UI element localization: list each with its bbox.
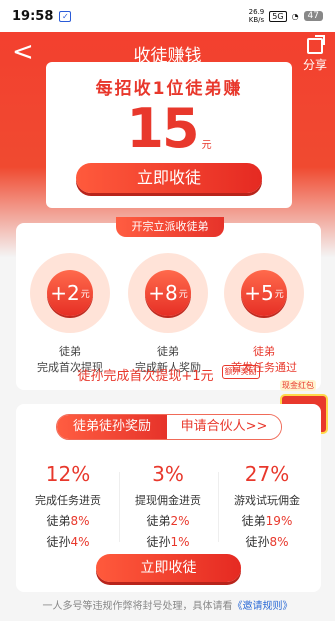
commission-column: 27% 游戏试玩佣金 徒弟19% 徒孙8% <box>219 462 315 550</box>
tasks-ribbon: 开宗立派收徒弟 <box>116 217 224 237</box>
recruit-button[interactable]: 立即收徒 <box>76 163 262 193</box>
network-speed-value: 26.9 <box>248 8 265 16</box>
task-role: 徒弟 <box>253 345 275 358</box>
tasks-card: 开宗立派收徒弟 +2 元 徒弟 完成首次提现 +8 元 徒弟 完成新人奖励 +5 元 … <box>16 217 321 390</box>
commission-line-value: 8% <box>70 514 90 528</box>
commission-line-label: 徒弟 <box>146 514 171 528</box>
task-reward-coin: +8 元 <box>145 270 191 316</box>
network-speed-unit: KB/s <box>248 16 265 24</box>
task-bubble: +2 元 <box>30 253 110 333</box>
recruit-button-bottom[interactable]: 立即收徒 <box>96 554 241 582</box>
task-value: +2 <box>50 281 80 305</box>
commission-card: 徒弟徒孙奖励 申请合伙人>> 12% 完成任务进贡 徒弟8% 徒孙4% 3% 提… <box>16 404 321 592</box>
task-item: +5 元 徒弟 首发任务通过 <box>224 253 304 375</box>
notification-icon: ✓ <box>59 10 72 22</box>
commission-line: 徒弟2% <box>120 512 216 529</box>
status-time: 19:58 <box>12 8 54 24</box>
red-packet-label: 现金红包 <box>280 380 316 391</box>
share-button[interactable]: 分享 <box>302 35 327 73</box>
bonus-text: 徒孙完成首次提现+1元 <box>77 369 214 384</box>
commission-name: 游戏试玩佣金 <box>234 494 300 507</box>
commission-line: 徒孙1% <box>120 533 216 550</box>
task-value: +5 <box>244 281 274 305</box>
commission-line: 徒孙8% <box>219 533 315 550</box>
task-unit: 元 <box>178 289 188 300</box>
task-bubble: +5 元 <box>224 253 304 333</box>
network-type-badge: 5G <box>269 10 287 22</box>
commission-line: 徒弟8% <box>20 512 116 529</box>
commission-name: 完成任务进贡 <box>35 494 101 507</box>
commission-line-value: 2% <box>170 514 190 528</box>
commission-line-value: 4% <box>70 535 90 549</box>
commission-line: 徒孙4% <box>20 533 116 550</box>
bonus-tag: 额外奖励 <box>221 365 260 379</box>
commission-line-value: 8% <box>269 535 289 549</box>
task-item: +2 元 徒弟 完成首次提现 <box>30 253 110 375</box>
status-right: 26.9 KB/s 5G ◔ 47 <box>249 8 323 24</box>
commission-line-label: 徒孙 <box>146 535 171 549</box>
back-arrow-icon[interactable]: < <box>12 38 34 66</box>
commission-name: 提现佣金进贡 <box>135 494 201 507</box>
network-speed: 26.9 KB/s <box>249 8 265 24</box>
status-bar: 19:58 ✓ 26.9 KB/s 5G ◔ 47 <box>0 0 335 32</box>
reward-amount: 15 <box>126 97 199 160</box>
commission-pct: 27% <box>244 462 290 486</box>
footnote-text: 一人多号等违规作弊将封号处理，具体请看 <box>42 601 233 612</box>
task-unit: 元 <box>274 289 284 300</box>
task-bubble: +8 元 <box>128 253 208 333</box>
reward-card: 每招收1位徒弟赚 15 元 立即收徒 <box>46 62 292 208</box>
task-item: +8 元 徒弟 完成新人奖励 <box>128 253 208 375</box>
commission-line-label: 徒弟 <box>46 514 71 528</box>
tab-apply-partner[interactable]: 申请合伙人>> <box>167 415 281 439</box>
task-unit: 元 <box>80 289 90 300</box>
commission-tabs: 徒弟徒孙奖励 申请合伙人>> <box>56 414 282 440</box>
commission-line-value: 1% <box>170 535 190 549</box>
reward-unit: 元 <box>201 140 212 151</box>
commission-line-label: 徒孙 <box>245 535 270 549</box>
share-icon <box>306 35 325 54</box>
commission-pct: 12% <box>45 462 91 486</box>
task-reward-coin: +2 元 <box>47 270 93 316</box>
tab-disciple-rewards[interactable]: 徒弟徒孙奖励 <box>57 415 167 439</box>
rules-link[interactable]: 《邀请规则》 <box>233 601 293 612</box>
commission-line-value: 19% <box>265 514 293 528</box>
rules-footnote: 一人多号等违规作弊将封号处理，具体请看《邀请规则》 <box>0 597 335 612</box>
reward-headline: 每招收1位徒弟赚 <box>95 79 243 99</box>
commission-line: 徒弟19% <box>219 512 315 529</box>
task-role: 徒弟 <box>157 345 179 358</box>
task-role: 徒弟 <box>59 345 81 358</box>
battery-level: 47 <box>303 11 323 21</box>
commission-line-label: 徒弟 <box>241 514 266 528</box>
commission-column: 3% 提现佣金进贡 徒弟2% 徒孙1% <box>120 462 216 550</box>
wifi-icon: ◔ <box>291 11 299 21</box>
commission-pct: 3% <box>152 462 184 486</box>
commission-column: 12% 完成任务进贡 徒弟8% 徒孙4% <box>20 462 116 550</box>
task-reward-coin: +5 元 <box>241 270 287 316</box>
share-label: 分享 <box>302 58 327 72</box>
task-value: +8 <box>148 281 178 305</box>
reward-amount-row: 15 元 <box>46 97 292 160</box>
commission-line-label: 徒孙 <box>46 535 71 549</box>
